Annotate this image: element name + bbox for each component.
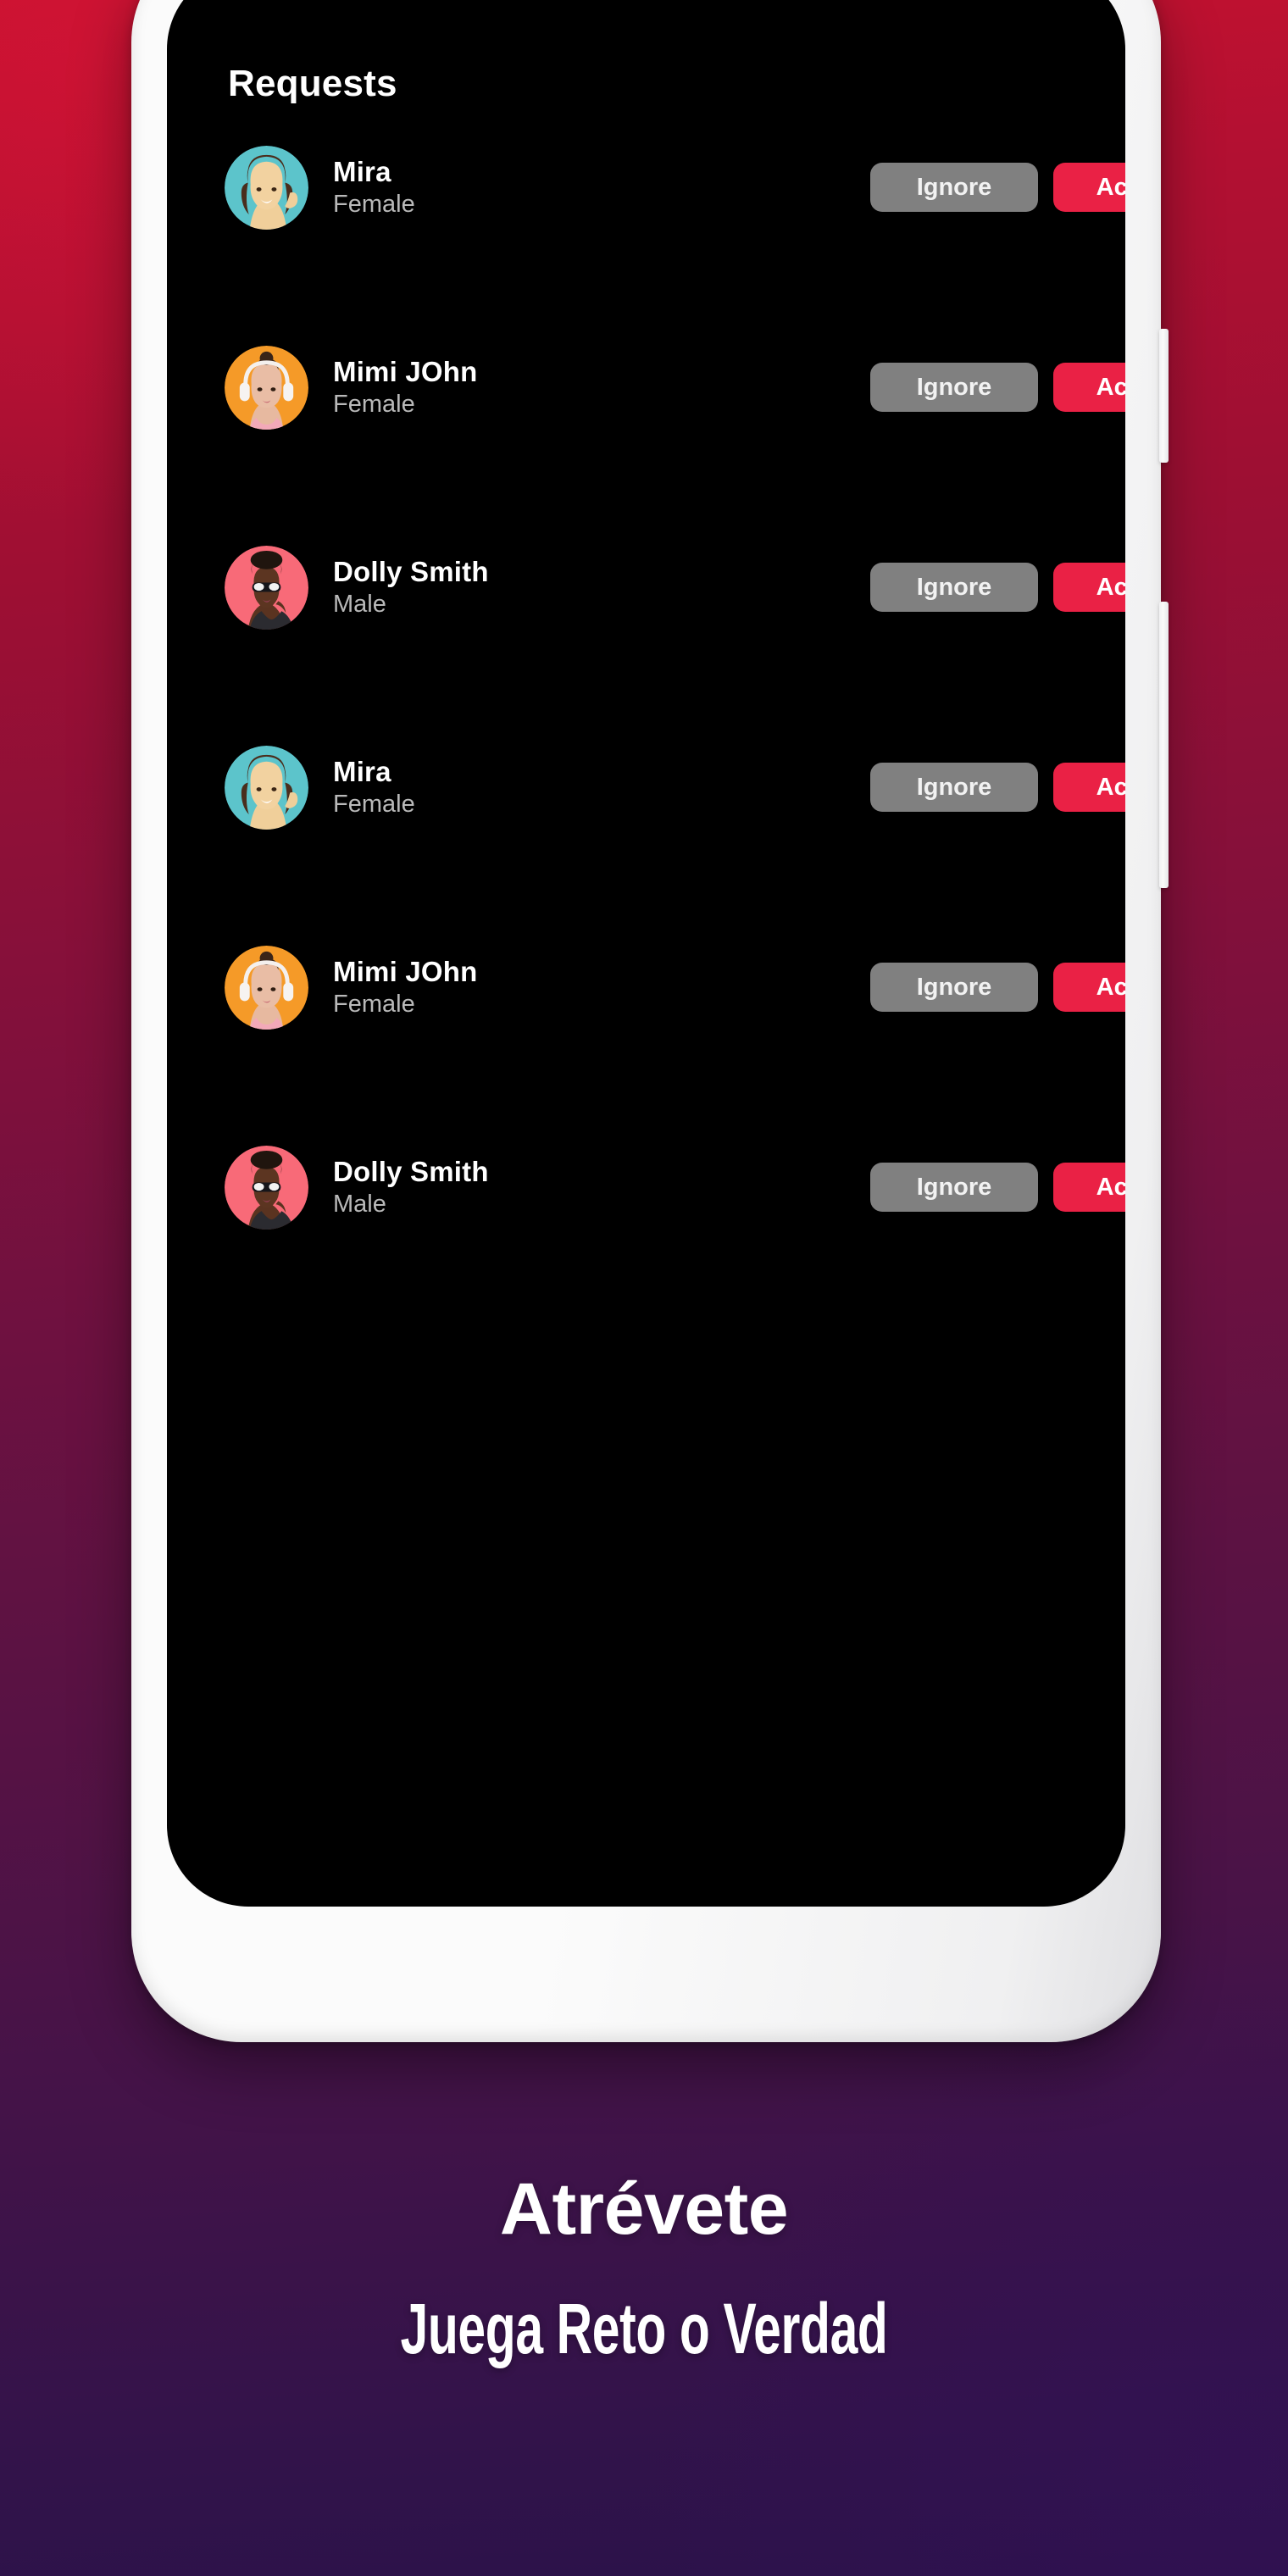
person-gender: Female [333, 391, 415, 418]
request-list: Mira Female Ignore Accept Mimi JOhn [167, 137, 1125, 1337]
volume-rocker-button[interactable] [1159, 329, 1169, 463]
person-info: Dolly Smith Male [333, 558, 489, 617]
avatar [225, 345, 308, 430]
power-button[interactable] [1159, 602, 1169, 888]
person-name: Dolly Smith [333, 556, 489, 587]
phone-mockup: Requests Mira Female Ignore Accept [131, 0, 1169, 2042]
avatar [225, 945, 308, 1030]
ignore-button[interactable]: Ignore [870, 363, 1038, 412]
person-info: Mimi JOhn Female [333, 358, 477, 417]
ignore-button[interactable]: Ignore [870, 963, 1038, 1012]
accept-button[interactable]: Accept [1053, 163, 1125, 212]
person-gender: Female [333, 791, 415, 818]
accept-button[interactable]: Accept [1053, 763, 1125, 812]
request-row[interactable]: Mira Female Ignore Accept [167, 737, 1125, 837]
promo-caption-secondary: Juega Reto o Verdad [400, 2289, 888, 2368]
row-actions: Ignore Accept [870, 963, 1125, 1012]
row-actions: Ignore Accept [870, 763, 1125, 812]
promo-caption-primary: Atrévete [499, 2168, 789, 2250]
phone-screen: Requests Mira Female Ignore Accept [167, 0, 1125, 1907]
person-name: Mimi JOhn [333, 356, 478, 387]
ignore-button[interactable]: Ignore [870, 163, 1038, 212]
person-gender: Female [333, 191, 415, 218]
request-row[interactable]: Mimi JOhn Female Ignore Accept [167, 337, 1125, 437]
request-row[interactable]: Mimi JOhn Female Ignore Accept [167, 937, 1125, 1037]
avatar [225, 145, 308, 230]
person-info: Dolly Smith Male [333, 1158, 489, 1217]
person-gender: Female [333, 991, 415, 1018]
ignore-button[interactable]: Ignore [870, 763, 1038, 812]
avatar [225, 745, 308, 830]
person-name: Dolly Smith [333, 1156, 489, 1187]
accept-button[interactable]: Accept [1053, 1163, 1125, 1212]
person-name: Mimi JOhn [333, 956, 478, 987]
request-row[interactable]: Dolly Smith Male Ignore Accept [167, 537, 1125, 637]
person-name: Mira [333, 156, 391, 187]
requests-screen: Requests Mira Female Ignore Accept [167, 0, 1125, 1907]
accept-button[interactable]: Accept [1053, 563, 1125, 612]
person-info: Mimi JOhn Female [333, 958, 477, 1017]
person-name: Mira [333, 756, 391, 787]
accept-button[interactable]: Accept [1053, 963, 1125, 1012]
accept-button[interactable]: Accept [1053, 363, 1125, 412]
page-title: Requests [228, 63, 397, 104]
person-gender: Male [333, 591, 386, 618]
avatar [225, 1145, 308, 1230]
row-actions: Ignore Accept [870, 363, 1125, 412]
avatar [225, 545, 308, 630]
ignore-button[interactable]: Ignore [870, 1163, 1038, 1212]
request-row[interactable]: Dolly Smith Male Ignore Accept [167, 1137, 1125, 1237]
request-row[interactable]: Mira Female Ignore Accept [167, 137, 1125, 237]
row-actions: Ignore Accept [870, 563, 1125, 612]
person-gender: Male [333, 1191, 386, 1218]
person-info: Mira Female [333, 158, 415, 217]
row-actions: Ignore Accept [870, 1163, 1125, 1212]
person-info: Mira Female [333, 758, 415, 817]
row-actions: Ignore Accept [870, 163, 1125, 212]
ignore-button[interactable]: Ignore [870, 563, 1038, 612]
promo-background: Requests Mira Female Ignore Accept [0, 0, 1288, 2576]
